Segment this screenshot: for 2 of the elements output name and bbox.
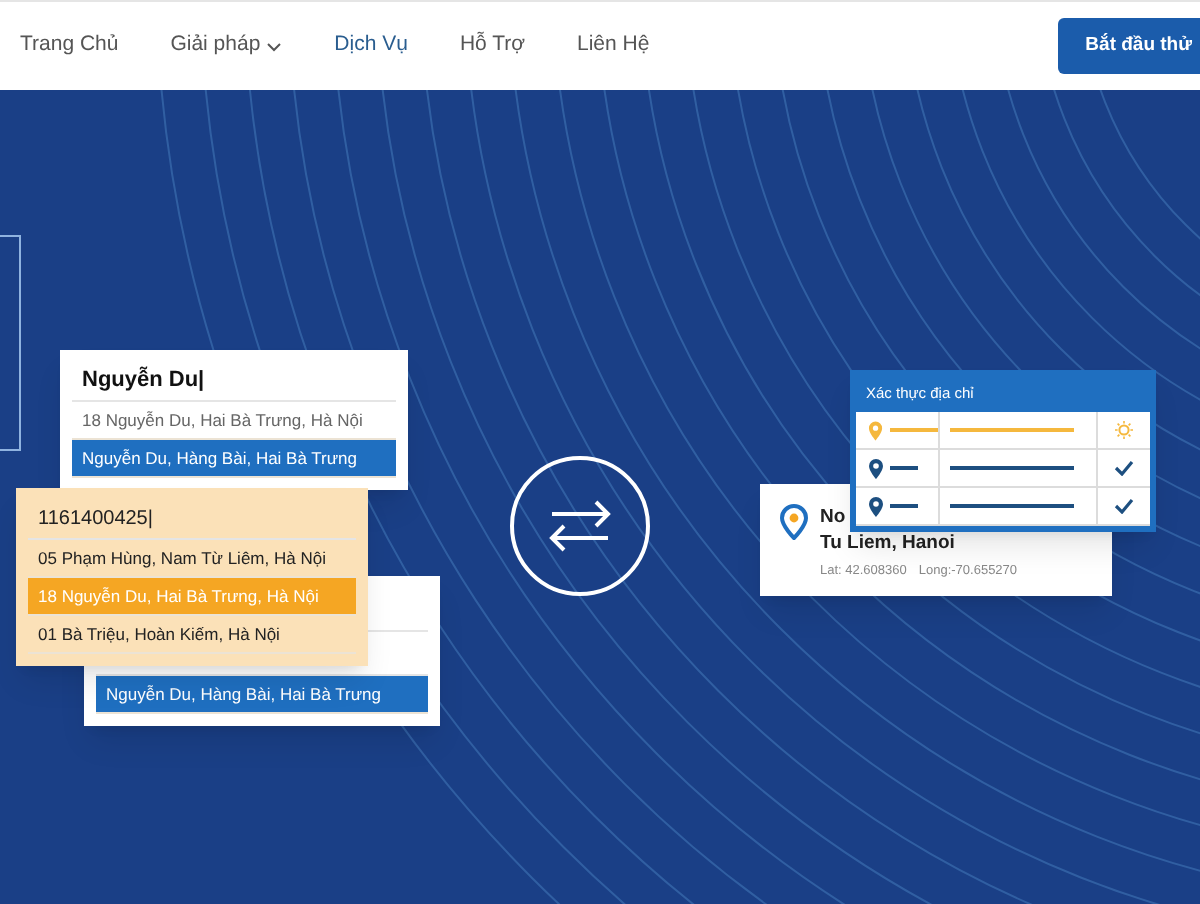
address-title: No — [820, 504, 846, 530]
address-line: Tu Liem, Hanoi — [820, 530, 957, 556]
